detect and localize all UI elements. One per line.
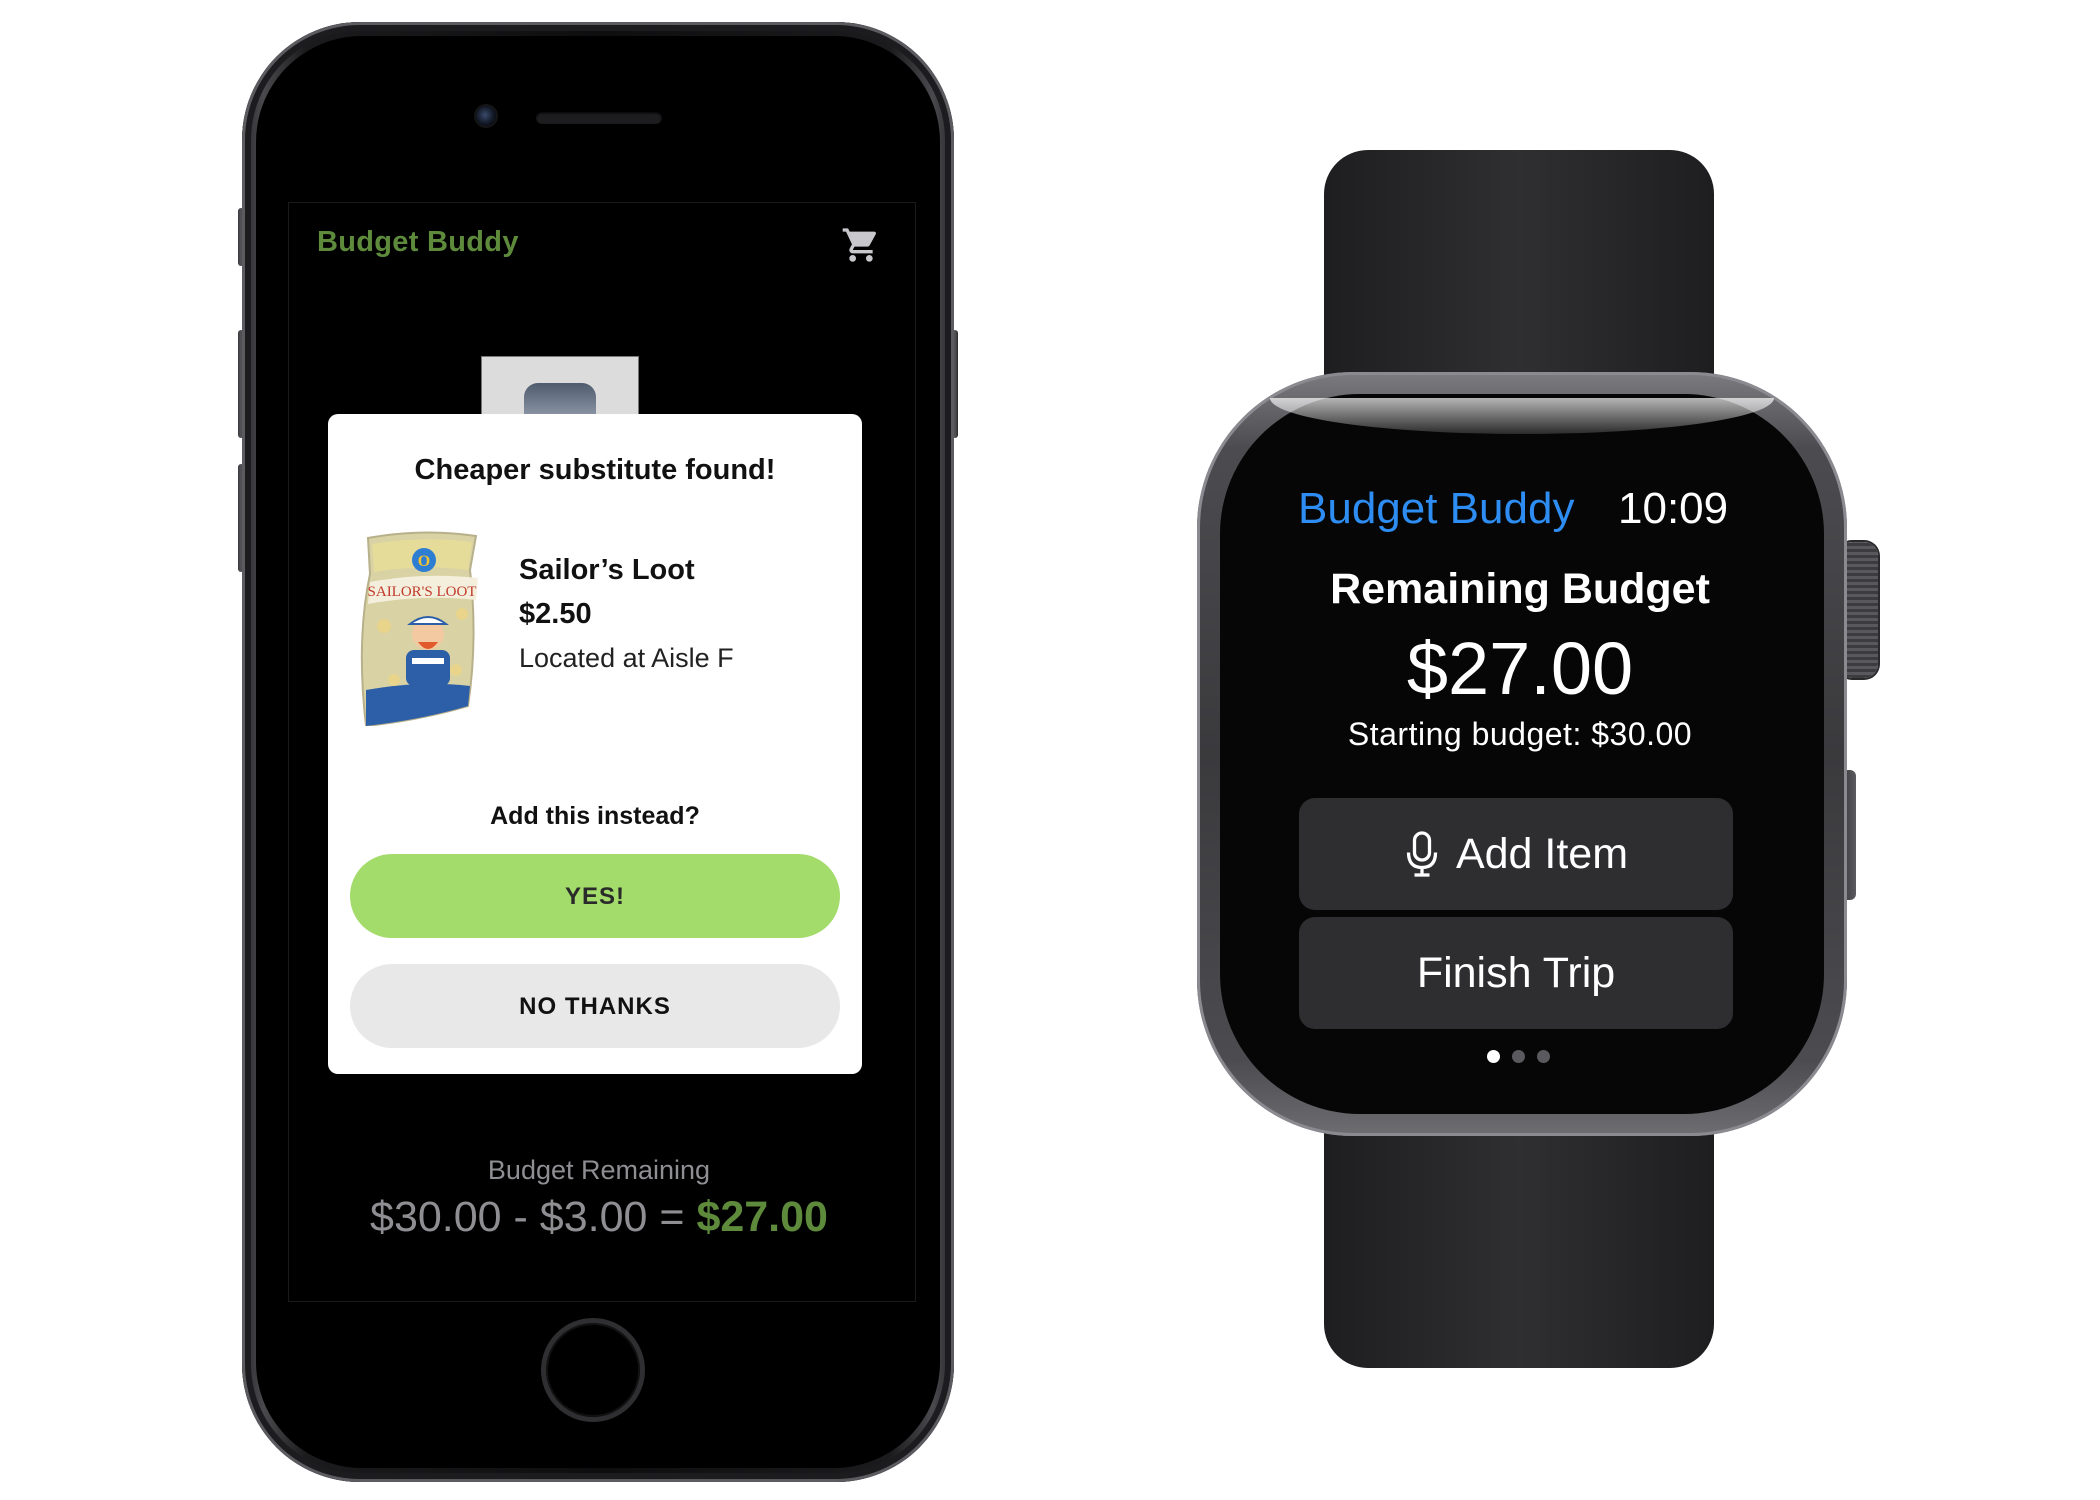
shopping-cart-icon[interactable] [841, 225, 881, 265]
starting-budget-value: $30.00 [370, 1193, 502, 1241]
finish-trip-label: Finish Trip [1416, 948, 1616, 997]
add-item-label: Add Item [1455, 829, 1629, 878]
yes-button[interactable]: YES! [350, 854, 840, 938]
front-camera [476, 106, 496, 126]
add-item-button[interactable]: Add Item [1299, 798, 1733, 910]
earpiece-speaker [536, 112, 662, 124]
product-name: Sailor’s Loot [519, 554, 695, 586]
home-button[interactable] [541, 1318, 645, 1422]
substitute-product-image: O SAILOR'S LOOT [360, 531, 478, 726]
watch-time: 10:09 [1618, 484, 1729, 533]
equals-sign: = [659, 1193, 685, 1241]
page-dot-3[interactable] [1537, 1050, 1550, 1063]
svg-text:SAILOR'S LOOT: SAILOR'S LOOT [368, 584, 477, 600]
svg-text:O: O [418, 553, 430, 570]
budget-equation: $30.00 - $3.00 = $27.00 [289, 1193, 909, 1242]
dialog-title: Cheaper substitute found! [414, 454, 776, 486]
page-indicator [1487, 1050, 1550, 1063]
spent-value: $3.00 [539, 1193, 648, 1241]
remaining-budget-heading: Remaining Budget [1330, 565, 1710, 613]
remaining-budget-amount: $27.00 [1406, 627, 1634, 710]
original-product-image [481, 356, 639, 418]
microphone-icon [1406, 831, 1438, 877]
page-dot-2[interactable] [1512, 1050, 1525, 1063]
starting-budget-text: Starting budget: $30.00 [1347, 716, 1693, 752]
product-location: Located at Aisle F [519, 643, 734, 673]
dialog-question: Add this instead? [490, 802, 700, 830]
finish-trip-button[interactable]: Finish Trip [1299, 917, 1733, 1029]
app-title: Budget Buddy [317, 226, 519, 258]
original-product-bag [524, 383, 596, 417]
page-dot-1[interactable] [1487, 1050, 1500, 1063]
substitute-dialog: Cheaper substitute found! O SAILOR'S LOO… [328, 414, 862, 1074]
product-price: $2.50 [519, 598, 592, 630]
remaining-budget-value: $27.00 [696, 1193, 828, 1241]
minus-sign: - [513, 1193, 528, 1241]
budget-remaining-label: Budget Remaining [487, 1155, 711, 1185]
no-thanks-button[interactable]: NO THANKS [350, 964, 840, 1048]
watch-app-title: Budget Buddy [1298, 484, 1575, 533]
